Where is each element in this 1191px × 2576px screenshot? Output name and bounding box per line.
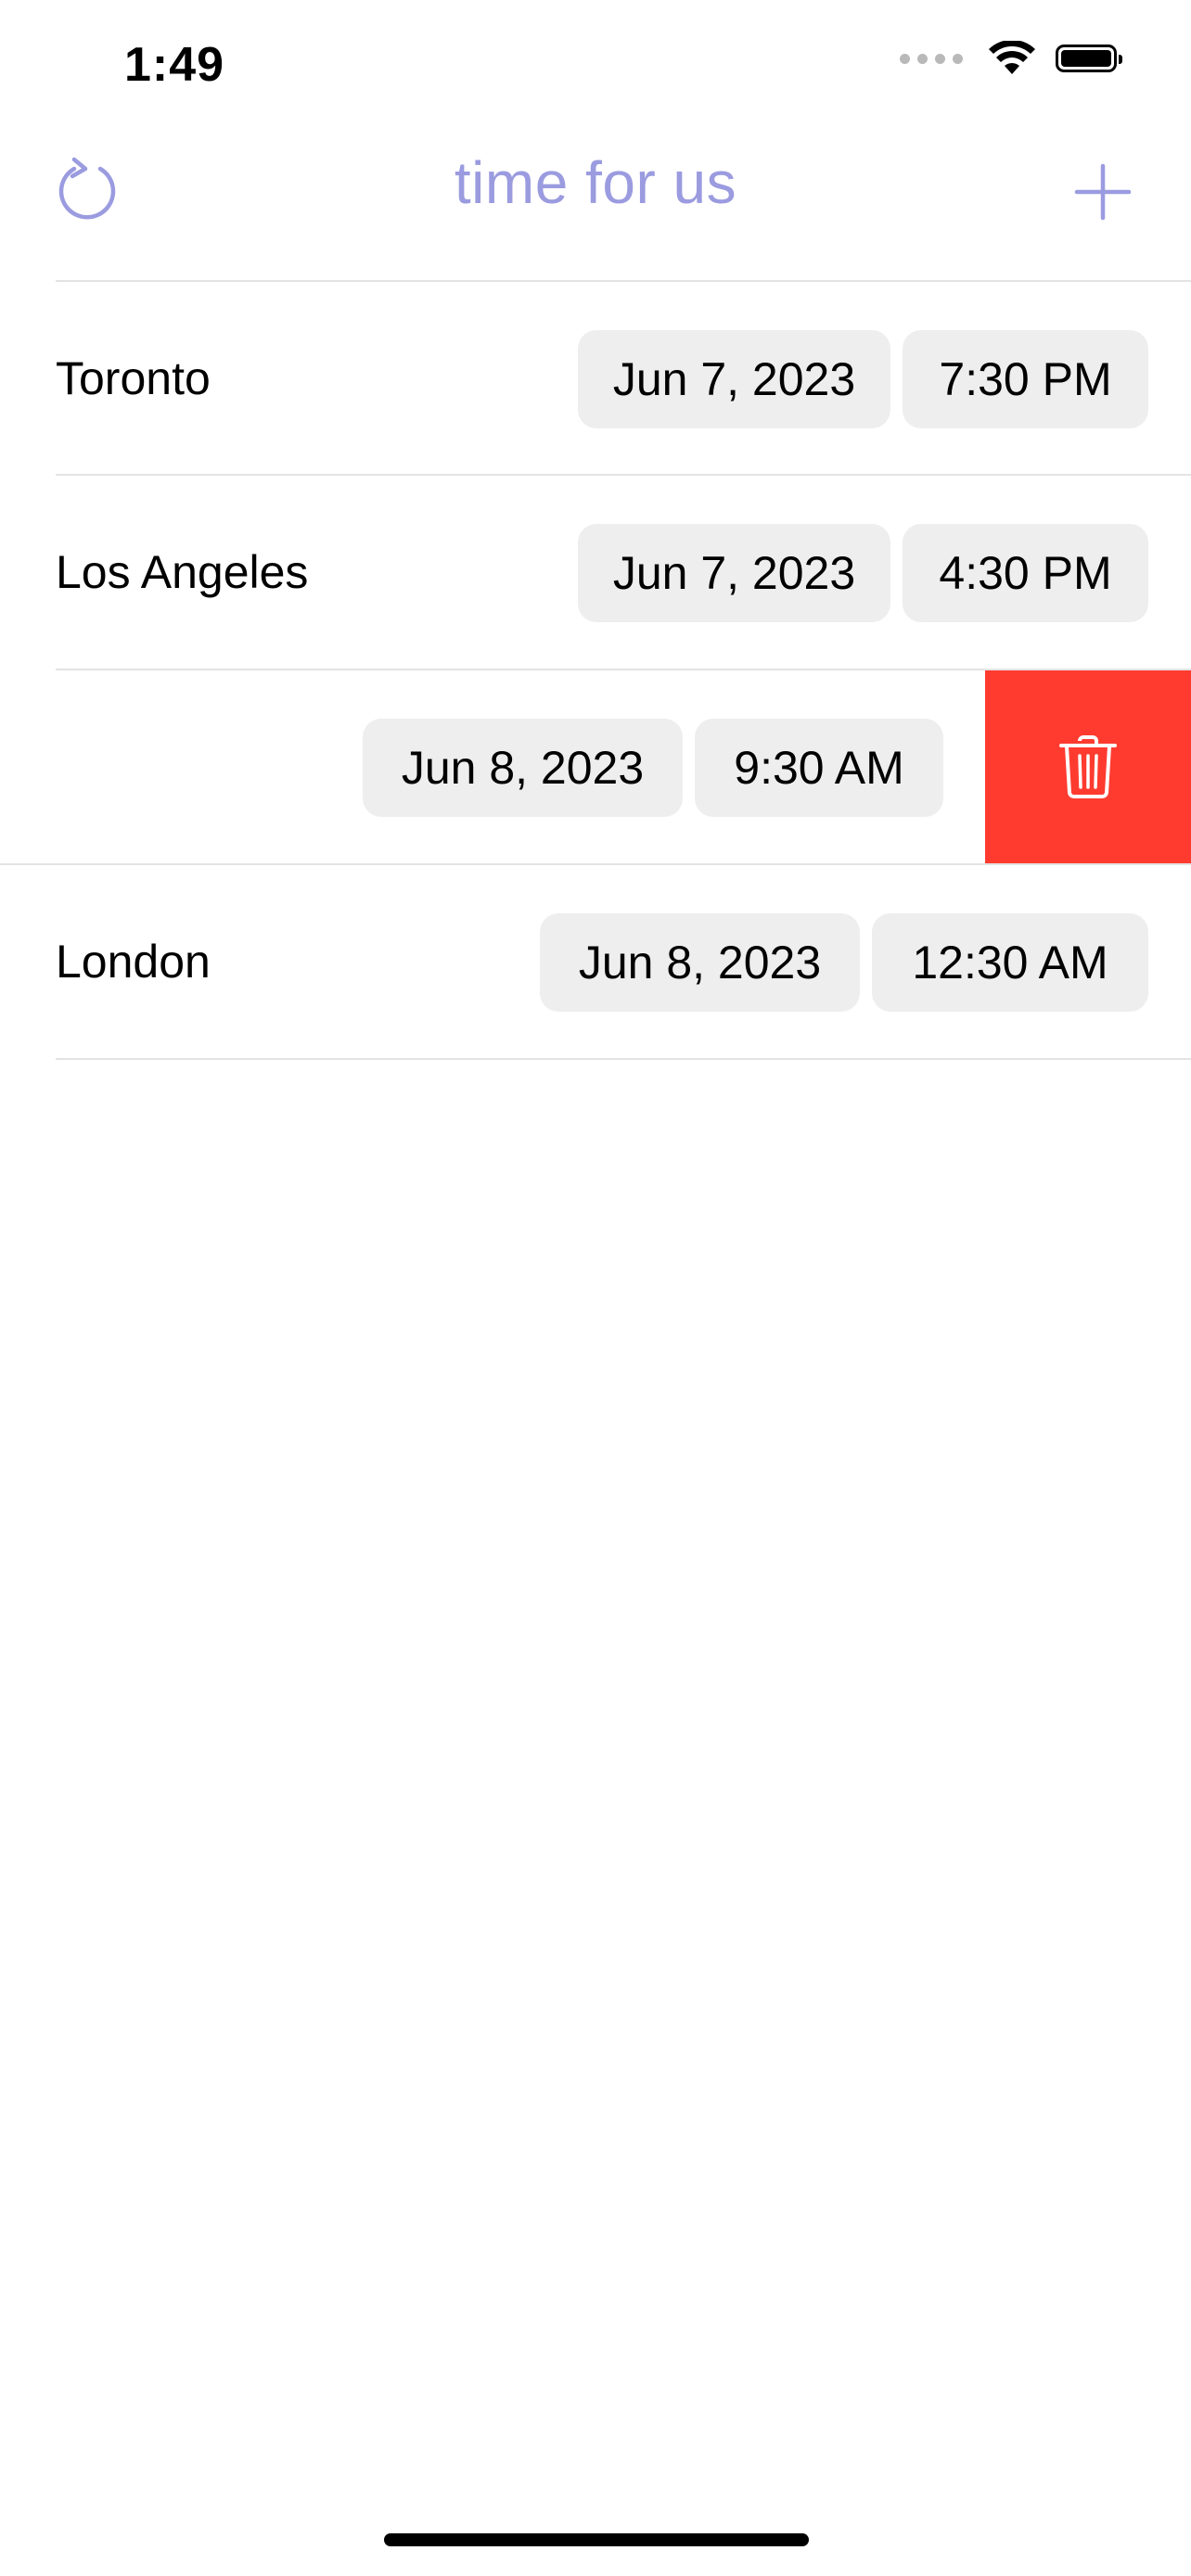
plus-icon[interactable] bbox=[1072, 161, 1133, 223]
city-label: Los Angeles bbox=[56, 546, 309, 598]
list-item[interactable]: Los Angeles Jun 7, 2023 4:30 PM bbox=[0, 476, 1191, 669]
list-item[interactable]: Toronto Jun 7, 2023 7:30 PM bbox=[0, 282, 1191, 475]
time-picker[interactable]: 4:30 PM bbox=[903, 524, 1148, 622]
list-item[interactable]: London Jun 8, 2023 12:30 AM bbox=[0, 865, 1191, 1058]
trash-icon bbox=[1059, 735, 1117, 798]
status-time: 1:49 bbox=[124, 38, 225, 92]
row-divider bbox=[56, 1058, 1191, 1060]
date-picker[interactable]: Jun 7, 2023 bbox=[578, 524, 890, 622]
city-label: London bbox=[56, 936, 211, 988]
date-picker[interactable]: Jun 8, 2023 bbox=[363, 719, 683, 817]
signal-dots-icon bbox=[900, 53, 963, 64]
delete-button[interactable] bbox=[985, 670, 1191, 863]
battery-icon bbox=[1056, 45, 1122, 72]
time-picker[interactable]: 9:30 AM bbox=[695, 719, 943, 817]
date-picker[interactable]: Jun 7, 2023 bbox=[578, 330, 890, 428]
time-picker[interactable]: 12:30 AM bbox=[872, 913, 1148, 1012]
time-picker[interactable]: 7:30 PM bbox=[903, 330, 1148, 428]
city-label: Toronto bbox=[56, 352, 211, 404]
status-icons bbox=[900, 41, 1122, 76]
nav-title: time for us bbox=[454, 149, 737, 216]
wifi-icon bbox=[989, 41, 1035, 74]
list-item-swiped[interactable]: Jun 8, 2023 9:30 AM bbox=[0, 670, 1191, 863]
date-picker[interactable]: Jun 8, 2023 bbox=[540, 913, 860, 1012]
home-indicator[interactable] bbox=[384, 2533, 809, 2546]
